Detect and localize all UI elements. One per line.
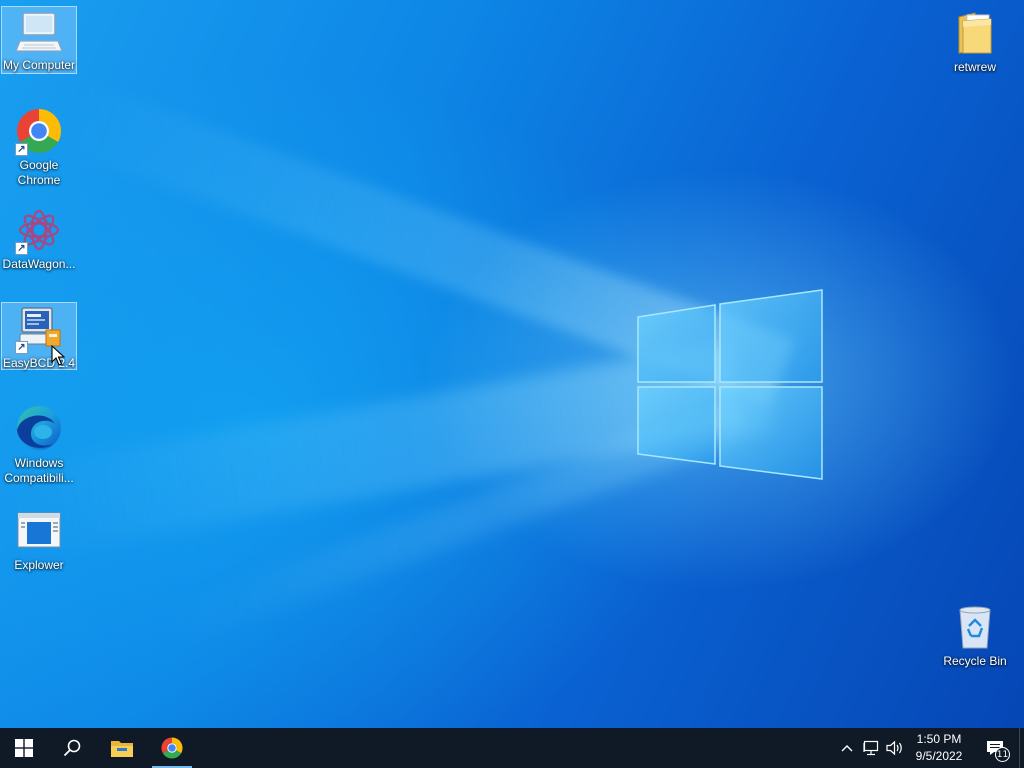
desktop-icon-label: Explower (14, 558, 64, 572)
datawagon-icon: ↗ (15, 207, 63, 255)
chevron-up-icon (841, 745, 853, 752)
desktop-icon-label: Windows Compatibili... (4, 456, 74, 485)
mouse-cursor-icon (51, 345, 65, 366)
clock-time: 1:50 PM (916, 732, 962, 746)
desktop-icon-label: DataWagon... (2, 257, 76, 271)
shortcut-arrow-icon: ↗ (15, 143, 28, 156)
clock[interactable]: 1:50 PM 9/5/2022 (906, 728, 972, 768)
search-icon (63, 739, 81, 757)
start-icon (15, 739, 33, 757)
desktop-icon-label: retwrew (953, 60, 996, 74)
show-hidden-icons-button[interactable] (836, 728, 858, 768)
show-desktop-button[interactable] (1019, 728, 1024, 768)
windows-wallpaper-logo (637, 289, 823, 480)
volume-button[interactable] (884, 728, 906, 768)
network-button[interactable] (860, 728, 882, 768)
desktop-icon-recycle-bin[interactable]: Recycle Bin (937, 600, 1013, 670)
desktop-icon-windows-compatibility[interactable]: Windows Compatibili... (1, 400, 77, 486)
shortcut-arrow-icon: ↗ (15, 341, 28, 354)
desktop-icon-my-computer[interactable]: My Computer (1, 6, 77, 74)
desktop-icon-easybcd[interactable]: ↗ EasyBCD 2.4 (1, 302, 77, 370)
chrome-taskbar-button[interactable] (150, 728, 194, 768)
folder-icon (951, 10, 999, 56)
search-button[interactable] (48, 728, 96, 768)
explower-icon (15, 508, 63, 554)
desktop[interactable]: My Computer ↗ Google Chrome ↗ DataWagon.… (0, 0, 1024, 728)
start-button[interactable] (0, 728, 48, 768)
desktop-icon-label: Google Chrome (17, 158, 61, 187)
shortcut-arrow-icon: ↗ (15, 242, 28, 255)
chrome-icon (161, 737, 183, 759)
notification-count-badge: 11 (995, 747, 1010, 762)
taskbar: 1:50 PM 9/5/2022 11 (0, 728, 1024, 768)
desktop-icon-label: EasyBCD 2.4 (2, 356, 76, 370)
action-center-button[interactable]: 11 (980, 728, 1010, 768)
desktop-icon-label: My Computer (2, 58, 76, 72)
desktop-icon-retwrew[interactable]: retwrew (937, 6, 1013, 76)
desktop-icon-explower[interactable]: Explower (1, 504, 77, 574)
file-explorer-icon (111, 741, 133, 757)
file-explorer-taskbar-button[interactable] (98, 728, 146, 768)
recycle-bin-icon (951, 604, 999, 650)
computer-icon (15, 10, 63, 54)
desktop-icon-label: Recycle Bin (943, 654, 1007, 668)
desktop-icon-google-chrome[interactable]: ↗ Google Chrome (1, 104, 77, 188)
chrome-icon: ↗ (15, 108, 63, 156)
volume-icon (886, 740, 902, 756)
desktop-icon-datawagon[interactable]: ↗ DataWagon... (1, 203, 77, 273)
clock-date: 9/5/2022 (915, 749, 963, 763)
edge-icon (15, 404, 63, 452)
network-icon (863, 740, 879, 756)
